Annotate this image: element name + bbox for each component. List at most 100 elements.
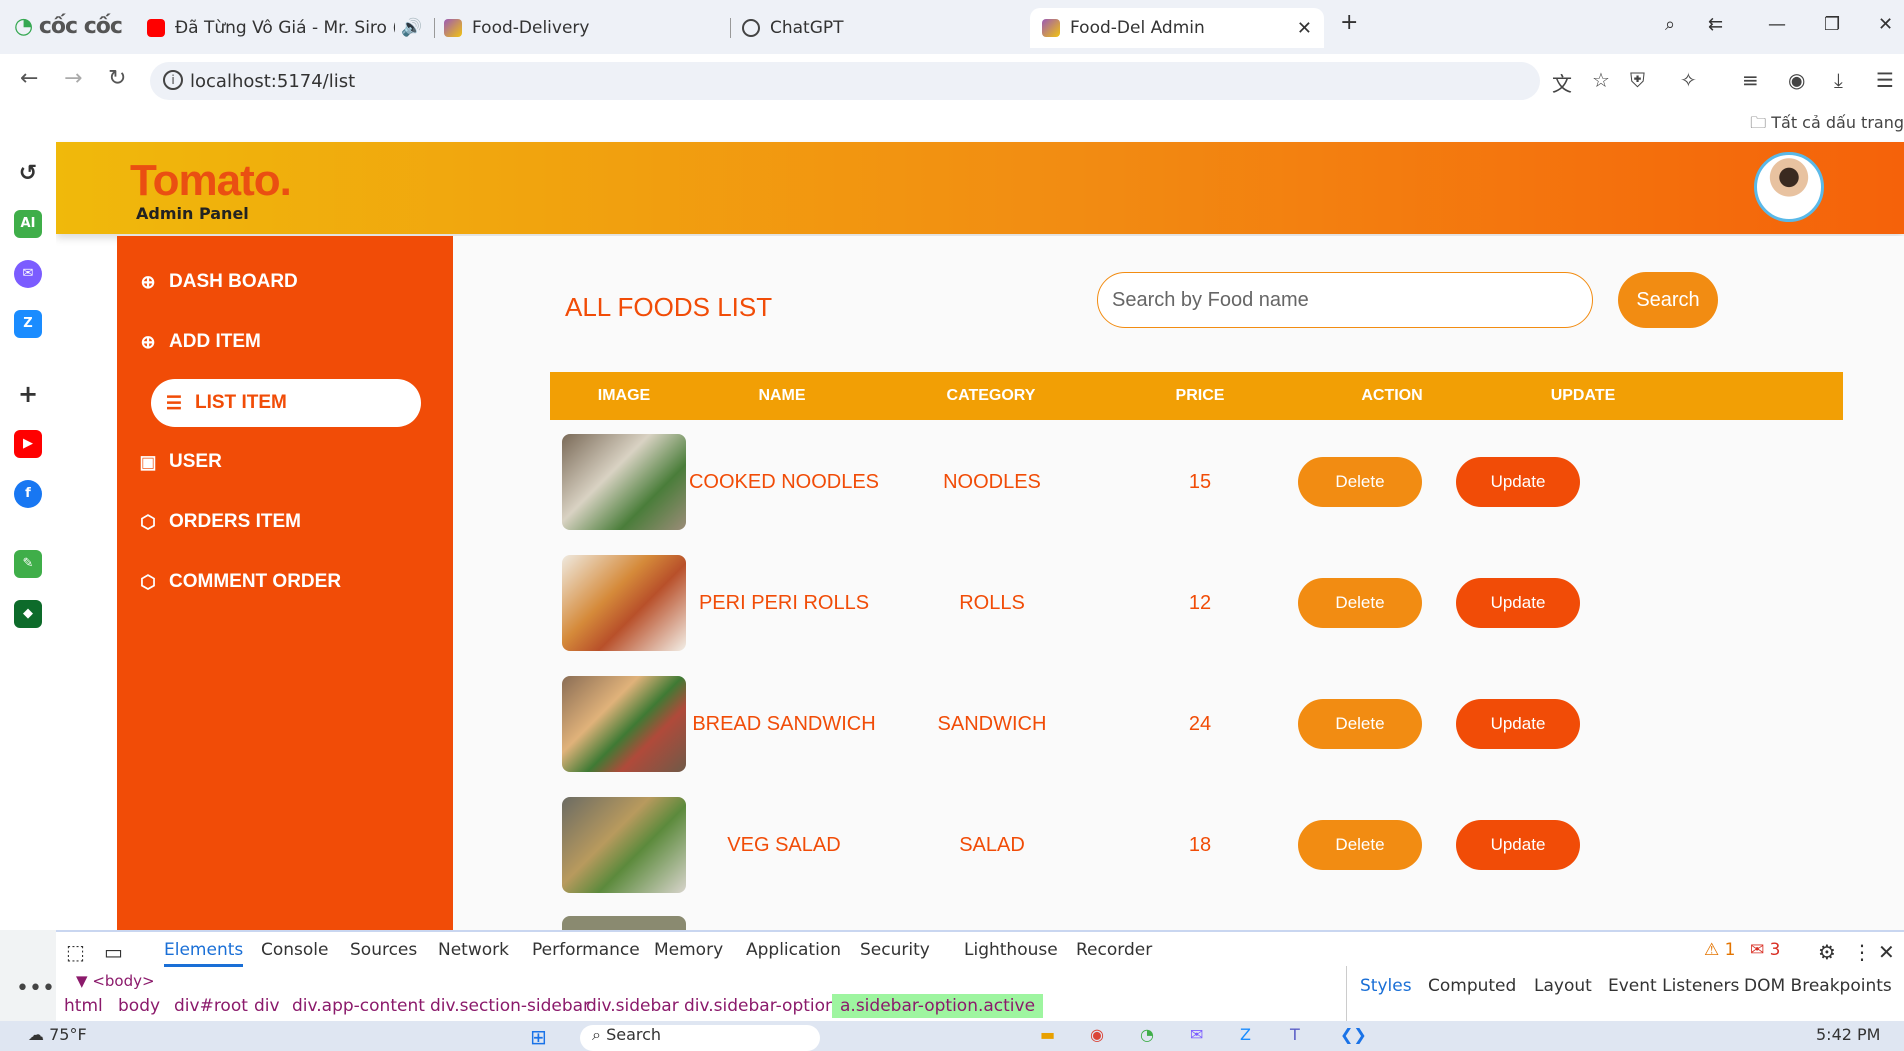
facebook-icon[interactable]: f bbox=[14, 480, 42, 508]
search-button[interactable]: Search bbox=[1618, 272, 1718, 328]
breadcrumb-item[interactable]: div#root bbox=[174, 996, 248, 1016]
shield-icon[interactable]: ⛨ bbox=[1630, 68, 1645, 92]
new-tab-icon[interactable]: + bbox=[1340, 10, 1358, 35]
more-icon[interactable]: ⋮ bbox=[1852, 940, 1872, 964]
devtools-tab-recorder[interactable]: Recorder bbox=[1076, 940, 1152, 960]
devtools-tab-network[interactable]: Network bbox=[438, 940, 509, 960]
update-button[interactable]: Update bbox=[1456, 820, 1580, 870]
sidebar-item-dashboard[interactable]: ⊕ DASH BOARD bbox=[137, 258, 407, 306]
update-button[interactable]: Update bbox=[1456, 699, 1580, 749]
error-count[interactable]: ✉ 3 bbox=[1750, 940, 1780, 960]
translate-icon[interactable]: 文 bbox=[1552, 68, 1572, 97]
media-icon[interactable]: ≡ bbox=[1742, 68, 1759, 92]
delete-button[interactable]: Delete bbox=[1298, 820, 1422, 870]
search-input[interactable] bbox=[1097, 272, 1593, 328]
app-icon[interactable]: ◆ bbox=[14, 600, 42, 628]
dom-breakpoints-tab[interactable]: DOM Breakpoints bbox=[1744, 976, 1892, 996]
windows-start-icon[interactable]: ⊞ bbox=[530, 1025, 547, 1049]
vite-icon bbox=[1042, 19, 1060, 37]
breadcrumb-item[interactable]: div bbox=[254, 996, 280, 1016]
messenger-taskbar-icon[interactable]: ✉ bbox=[1190, 1025, 1203, 1044]
history-icon[interactable]: ↺ bbox=[14, 160, 42, 188]
back-list-icon[interactable]: ⇇ bbox=[1708, 14, 1723, 35]
delete-button[interactable]: Delete bbox=[1298, 699, 1422, 749]
maximize-icon[interactable]: ❐ bbox=[1824, 14, 1840, 35]
all-bookmarks[interactable]: 🗀 Tất cả dấu trang bbox=[1750, 112, 1904, 139]
site-info-icon[interactable]: i bbox=[163, 70, 183, 90]
sidebar-item-list-item[interactable]: ☰ LIST ITEM bbox=[151, 379, 421, 427]
devtools-tab-console[interactable]: Console bbox=[261, 940, 329, 960]
tab-youtube[interactable]: Đã Từng Vô Giá - Mr. Siro (Offi 🔊 bbox=[135, 8, 435, 48]
devtools-tab-memory[interactable]: Memory bbox=[654, 940, 723, 960]
more-tools-icon[interactable]: ••• bbox=[16, 976, 55, 1001]
breadcrumb-item[interactable]: div.sidebar bbox=[586, 996, 679, 1016]
messenger-icon[interactable]: ✉ bbox=[14, 260, 42, 288]
inspect-icon[interactable]: ⬚ bbox=[66, 940, 85, 964]
devtools-tab-lighthouse[interactable]: Lighthouse bbox=[964, 940, 1058, 960]
vscode-icon[interactable]: ❮❯ bbox=[1340, 1025, 1367, 1044]
file-explorer-icon[interactable]: ▬ bbox=[1040, 1025, 1055, 1044]
devtools-tab-security[interactable]: Security bbox=[860, 940, 930, 960]
event-listeners-tab[interactable]: Event Listeners bbox=[1608, 976, 1739, 996]
close-tab-icon[interactable]: ✕ bbox=[1297, 18, 1312, 39]
menu-icon[interactable]: ☰ bbox=[1876, 68, 1894, 92]
weather-widget[interactable]: ☁ 75°F bbox=[28, 1025, 87, 1044]
delete-button[interactable]: Delete bbox=[1298, 457, 1422, 507]
add-icon[interactable]: + bbox=[14, 380, 42, 408]
close-devtools-icon[interactable]: ✕ bbox=[1878, 940, 1895, 964]
sidebar-item-orders[interactable]: ⬡ ORDERS ITEM bbox=[137, 498, 407, 546]
zalo-taskbar-icon[interactable]: Z bbox=[1240, 1025, 1251, 1044]
dom-body-node[interactable]: ▼ <body> bbox=[76, 972, 155, 990]
device-toolbar-icon[interactable]: ▭ bbox=[104, 940, 123, 964]
clock[interactable]: 5:42 PM bbox=[1816, 1025, 1880, 1044]
devtools-tab-elements[interactable]: Elements bbox=[164, 940, 244, 967]
profile-icon[interactable]: ◉ bbox=[1788, 68, 1805, 92]
tab-search-icon[interactable]: ⌕ bbox=[1665, 14, 1675, 35]
styles-tab[interactable]: Styles bbox=[1360, 976, 1412, 996]
youtube-icon[interactable]: ▶ bbox=[14, 430, 42, 458]
download-icon[interactable]: ⤓ bbox=[1834, 68, 1843, 92]
tab-chatgpt[interactable]: ChatGPT bbox=[730, 8, 1010, 48]
layout-tab[interactable]: Layout bbox=[1534, 976, 1592, 996]
breadcrumb-item[interactable]: body bbox=[118, 996, 160, 1016]
sidebar-item-add-item[interactable]: ⊕ ADD ITEM bbox=[137, 318, 407, 366]
sidebar-item-comment-order[interactable]: ⬡ COMMENT ORDER bbox=[137, 558, 407, 606]
breadcrumb-item[interactable]: div.app-content bbox=[292, 996, 425, 1016]
url-field[interactable]: localhost:5174/list bbox=[150, 62, 1540, 100]
avatar[interactable] bbox=[1754, 152, 1824, 222]
chrome-icon[interactable]: ◉ bbox=[1090, 1025, 1104, 1044]
breadcrumb-item-active[interactable]: a.sidebar-option.active bbox=[832, 994, 1044, 1018]
minimize-icon[interactable]: — bbox=[1768, 14, 1786, 35]
sidebar-item-user[interactable]: ▣ USER bbox=[137, 438, 407, 486]
update-button[interactable]: Update bbox=[1456, 578, 1580, 628]
coccoc-taskbar-icon[interactable]: ◔ bbox=[1140, 1025, 1154, 1044]
speaker-icon[interactable]: 🔊 bbox=[401, 18, 422, 38]
delete-button[interactable]: Delete bbox=[1298, 578, 1422, 628]
computed-tab[interactable]: Computed bbox=[1428, 976, 1516, 996]
star-icon[interactable]: ☆ bbox=[1592, 68, 1610, 92]
ai-icon[interactable]: AI bbox=[14, 210, 42, 238]
food-image bbox=[562, 676, 686, 772]
chatgpt-icon bbox=[742, 19, 760, 37]
notes-icon[interactable]: ✎ bbox=[14, 550, 42, 578]
browser-side-panel: ↺ AI ✉ Z + ▶ f ✎ ◆ bbox=[0, 140, 56, 930]
teams-icon[interactable]: T bbox=[1290, 1025, 1300, 1044]
tab-food-del-admin[interactable]: Food-Del Admin ✕ bbox=[1030, 8, 1324, 48]
tab-food-delivery[interactable]: Food-Delivery bbox=[432, 8, 712, 48]
forward-icon[interactable]: → bbox=[64, 66, 82, 91]
close-window-icon[interactable]: ✕ bbox=[1878, 14, 1893, 35]
devtools-tab-performance[interactable]: Performance bbox=[532, 940, 640, 960]
settings-icon[interactable]: ⚙ bbox=[1818, 940, 1836, 964]
update-button[interactable]: Update bbox=[1456, 457, 1580, 507]
breadcrumb-item[interactable]: div.section-sidebar bbox=[430, 996, 590, 1016]
warning-count[interactable]: ⚠ 1 bbox=[1704, 940, 1735, 960]
back-icon[interactable]: ← bbox=[20, 66, 38, 91]
taskbar-search[interactable]: ⌕ Search bbox=[580, 1025, 820, 1051]
extensions-icon[interactable]: ✧ bbox=[1680, 68, 1697, 92]
reload-icon[interactable]: ↻ bbox=[108, 66, 126, 91]
devtools-tab-application[interactable]: Application bbox=[746, 940, 841, 960]
zalo-icon[interactable]: Z bbox=[14, 310, 42, 338]
devtools-tab-sources[interactable]: Sources bbox=[350, 940, 417, 960]
breadcrumb-item[interactable]: div.sidebar-options bbox=[684, 996, 845, 1016]
breadcrumb-item[interactable]: html bbox=[64, 996, 103, 1016]
